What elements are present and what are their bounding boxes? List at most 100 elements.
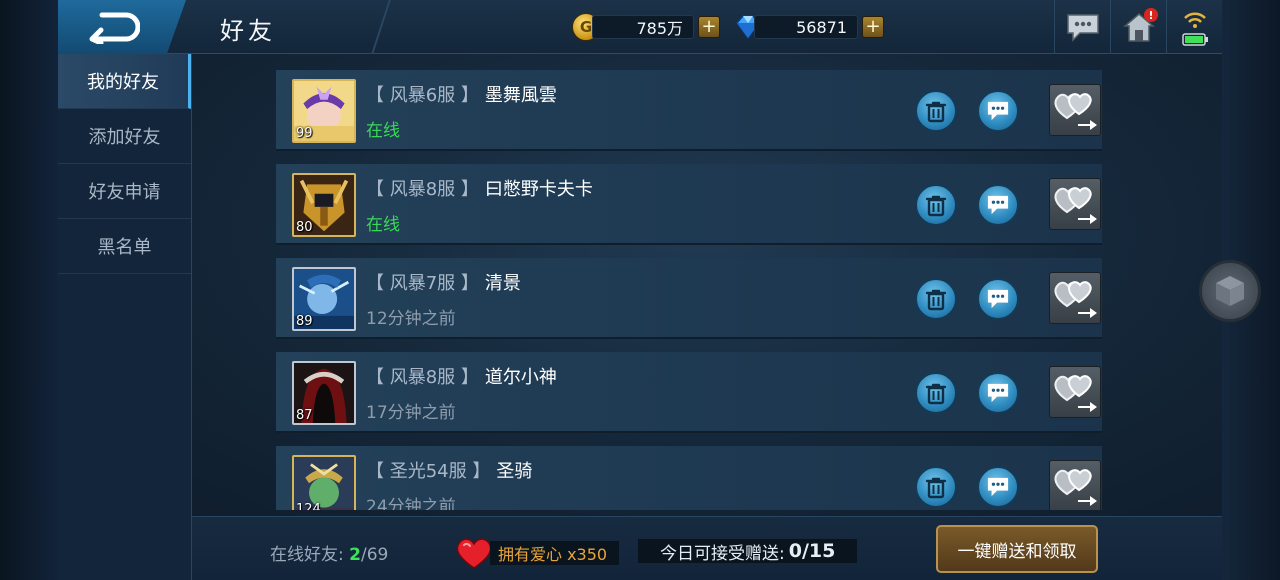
friend-server: 【 风暴8服 】 [366,367,479,388]
message-friend-button[interactable] [977,278,1019,320]
friend-server-name: 【 风暴8服 】道尔小神 [366,363,557,389]
delete-friend-button[interactable] [915,184,957,226]
gold-currency: G 785万 + [572,12,720,42]
send-heart-button[interactable] [1049,272,1101,324]
send-hearts-icon [1054,187,1097,224]
message-icon [987,289,1009,309]
message-icon [987,195,1009,215]
floating-menu-button[interactable] [1199,260,1261,322]
friend-row[interactable]: 89 【 风暴7服 】清景 12分钟之前 [276,258,1102,339]
sidebar-item-friend-requests[interactable]: 好友申请 [58,164,191,219]
trash-icon [925,195,947,217]
message-friend-button[interactable] [977,184,1019,226]
top-right-icons: ! [1054,0,1222,54]
page-title: 好友 [220,17,276,45]
send-hearts-icon [1054,469,1097,506]
network-battery-status [1166,0,1222,54]
friend-avatar[interactable]: 124 [292,455,356,510]
friend-name: 墨舞風雲 [484,85,557,106]
send-hearts-icon [1054,93,1097,130]
send-heart-button[interactable] [1049,366,1101,418]
friend-row[interactable]: 124 【 圣光54服 】圣骑 24分钟之前 [276,446,1102,510]
send-heart-button[interactable] [1049,84,1101,136]
home-button[interactable]: ! [1110,0,1166,54]
friend-row[interactable]: 99 【 风暴6服 】墨舞風雲在线 [276,70,1102,151]
delete-friend-button[interactable] [915,372,957,414]
trash-icon [925,383,947,405]
friend-server: 【 风暴8服 】 [366,179,479,200]
send-heart-button[interactable] [1049,460,1101,510]
wifi-battery-icon [1181,12,1208,46]
trash-icon [925,477,947,499]
left-frame [0,0,58,580]
online-label: 在线好友: [270,545,344,565]
back-arrow-icon [89,12,140,44]
sidebar-item-my-friends[interactable]: 我的好友 [58,54,191,109]
notification-badge: ! [1144,8,1158,22]
send-hearts-icon [1054,375,1097,412]
delete-friend-button[interactable] [915,466,957,508]
back-button[interactable] [58,0,186,54]
trash-icon [925,289,947,311]
sidebar-item-add-friend[interactable]: 添加好友 [58,109,191,164]
friend-avatar[interactable]: 87 [292,361,356,425]
cube-icon [1216,276,1244,306]
receive-value: 0/15 [788,540,836,562]
add-gold-button[interactable]: + [698,16,720,38]
add-diamond-button[interactable]: + [862,16,884,38]
friend-row[interactable]: 80 【 风暴8服 】曰憋野卡夫卡在线 [276,164,1102,245]
friend-name: 道尔小神 [484,367,557,388]
message-icon [987,101,1009,121]
message-friend-button[interactable] [977,90,1019,132]
friend-name: 曰憋野卡夫卡 [484,179,593,200]
sidebar-item-blacklist[interactable]: 黑名单 [58,219,191,274]
friend-server-name: 【 风暴8服 】曰憋野卡夫卡 [366,175,593,201]
chat-bubble-icon [1066,14,1099,42]
one-key-gift-button[interactable]: 一键赠送和领取 [936,525,1098,573]
friend-status: 在线 [366,121,400,141]
friend-status: 在线 [366,215,400,235]
friend-status: 24分钟之前 [366,497,456,510]
online-friends-count: 在线好友: 2/69 [270,540,388,565]
chat-button[interactable] [1054,0,1110,54]
delete-friend-button[interactable] [915,278,957,320]
friend-server-name: 【 圣光54服 】圣骑 [366,457,532,483]
receive-limit: 今日可接受赠送: 0/15 [638,539,858,564]
message-icon [987,477,1009,497]
message-friend-button[interactable] [977,372,1019,414]
friend-server: 【 风暴7服 】 [366,273,479,294]
receive-label: 今日可接受赠送: [660,543,785,564]
online-current: 2 [349,545,361,565]
friend-level: 87 [296,408,313,423]
friend-level: 89 [296,314,313,329]
friend-status: 17分钟之前 [366,403,456,423]
friend-level: 124 [296,502,321,510]
sidebar: 我的好友 添加好友 好友申请 黑名单 [58,54,192,580]
game-screen: 好友 G 785万 + 56871 + ! 我的好友 添加好友 好友申请 黑名单… [0,0,1280,580]
bottom-bar: 在线好友: 2/69 拥有爱心 x350 今日可接受赠送: 0/15 一键赠送和… [192,516,1222,580]
online-total: /69 [360,545,389,565]
friend-avatar[interactable]: 89 [292,267,356,331]
friend-row[interactable]: 87 【 风暴8服 】道尔小神 17分钟之前 [276,352,1102,433]
friend-server-name: 【 风暴7服 】清景 [366,269,521,295]
hearts-owned: 拥有爱心 x350 [452,535,620,571]
friend-avatar[interactable]: 99 [292,79,356,143]
friend-level: 99 [296,126,313,141]
message-icon [987,383,1009,403]
friend-list[interactable]: 99 【 风暴6服 】墨舞風雲 在线 80 【 风暴8服 】曰憋野卡夫卡 在线 89 【 风暴… [276,70,1102,510]
hearts-label: 拥有爱心 x350 [490,541,620,565]
friend-status: 12分钟之前 [366,309,456,329]
friend-server-name: 【 风暴6服 】墨舞風雲 [366,81,557,107]
trash-icon [925,101,947,123]
friend-server: 【 风暴6服 】 [366,85,479,106]
diamond-amount: 56871 [754,15,858,39]
message-friend-button[interactable] [977,466,1019,508]
send-hearts-icon [1054,281,1097,318]
friend-name: 圣骑 [496,461,533,482]
delete-friend-button[interactable] [915,90,957,132]
friend-server: 【 圣光54服 】 [366,461,491,482]
friend-level: 80 [296,220,313,235]
friend-avatar[interactable]: 80 [292,173,356,237]
send-heart-button[interactable] [1049,178,1101,230]
gold-amount: 785万 [592,15,694,39]
